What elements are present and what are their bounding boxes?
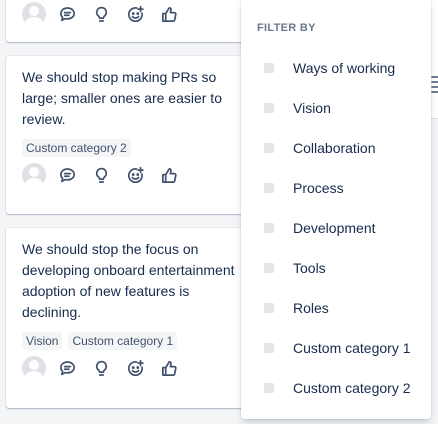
filter-dropdown: FILTER BY Ways of working Vision Collabo… — [241, 0, 431, 419]
emoji-add-icon[interactable] — [124, 164, 146, 186]
emoji-add-icon[interactable] — [124, 357, 146, 379]
card-tags: Custom category 2 — [22, 139, 244, 157]
card-actions — [22, 163, 244, 187]
category-tag: Vision — [22, 332, 63, 350]
filter-heading: FILTER BY — [257, 22, 316, 34]
category-tag: Custom category 2 — [22, 139, 131, 157]
filter-checkbox[interactable] — [264, 383, 274, 393]
filter-option[interactable]: Vision — [241, 88, 431, 128]
card-text: We should stop the focus on developing o… — [22, 228, 256, 323]
filter-option[interactable]: Collaboration — [241, 128, 431, 168]
filter-option[interactable]: Development — [241, 208, 431, 248]
card-text-line: developing onboard entertainment — [22, 262, 235, 278]
filter-options: Ways of working Vision Collaboration Pro… — [241, 48, 431, 408]
filter-option-label: Collaboration — [293, 139, 376, 156]
filter-checkbox[interactable] — [264, 343, 274, 353]
card-actions — [22, 2, 192, 26]
filter-option-label: Custom category 2 — [293, 379, 411, 396]
lightbulb-icon[interactable] — [90, 3, 112, 25]
filter-option-label: Process — [293, 179, 344, 196]
filter-option[interactable]: Custom category 2 — [241, 368, 431, 408]
filter-option-label: Vision — [293, 99, 331, 116]
comment-icon[interactable] — [56, 164, 78, 186]
avatar[interactable] — [22, 2, 46, 26]
filter-option[interactable]: Ways of working — [241, 48, 431, 88]
card[interactable] — [6, 0, 256, 42]
filter-option[interactable]: Tools — [241, 248, 431, 288]
card-tags: Vision Custom category 1 — [22, 332, 244, 350]
card-text: We should stop making PRs so large; smal… — [22, 69, 222, 127]
filter-option-label: Development — [293, 219, 376, 236]
filter-checkbox[interactable] — [264, 223, 274, 233]
filter-option[interactable]: Roles — [241, 288, 431, 328]
filter-option[interactable]: Process — [241, 168, 431, 208]
category-tag: Custom category 1 — [68, 332, 178, 350]
retro-board: We should stop making PRs so large; smal… — [0, 0, 438, 424]
filter-checkbox[interactable] — [264, 263, 274, 273]
filter-option-label: Roles — [293, 299, 329, 316]
card[interactable]: We should stop the focus on developing o… — [6, 228, 256, 408]
lightbulb-icon[interactable] — [90, 164, 112, 186]
comment-icon[interactable] — [56, 357, 78, 379]
filter-checkbox[interactable] — [264, 303, 274, 313]
card-text-line: declining. — [22, 304, 82, 320]
emoji-add-icon[interactable] — [124, 3, 146, 25]
avatar[interactable] — [22, 163, 46, 187]
filter-checkbox[interactable] — [264, 183, 274, 193]
thumbs-up-icon[interactable] — [158, 164, 180, 186]
card-actions — [22, 356, 244, 380]
filter-checkbox[interactable] — [264, 63, 274, 73]
thumbs-up-icon[interactable] — [158, 357, 180, 379]
thumbs-up-icon[interactable] — [158, 3, 180, 25]
avatar[interactable] — [22, 356, 46, 380]
lightbulb-icon[interactable] — [90, 357, 112, 379]
filter-option-label: Custom category 1 — [293, 339, 411, 356]
card-text-line: adoption of new features is — [22, 283, 190, 299]
filter-option-label: Tools — [293, 259, 326, 276]
filter-checkbox[interactable] — [264, 143, 274, 153]
comment-icon[interactable] — [56, 3, 78, 25]
card-text-line: We should stop the focus on — [22, 241, 199, 257]
filter-checkbox[interactable] — [264, 103, 274, 113]
filter-option[interactable]: Custom category 1 — [241, 328, 431, 368]
filter-option-label: Ways of working — [293, 59, 396, 76]
card[interactable]: We should stop making PRs so large; smal… — [6, 56, 256, 214]
